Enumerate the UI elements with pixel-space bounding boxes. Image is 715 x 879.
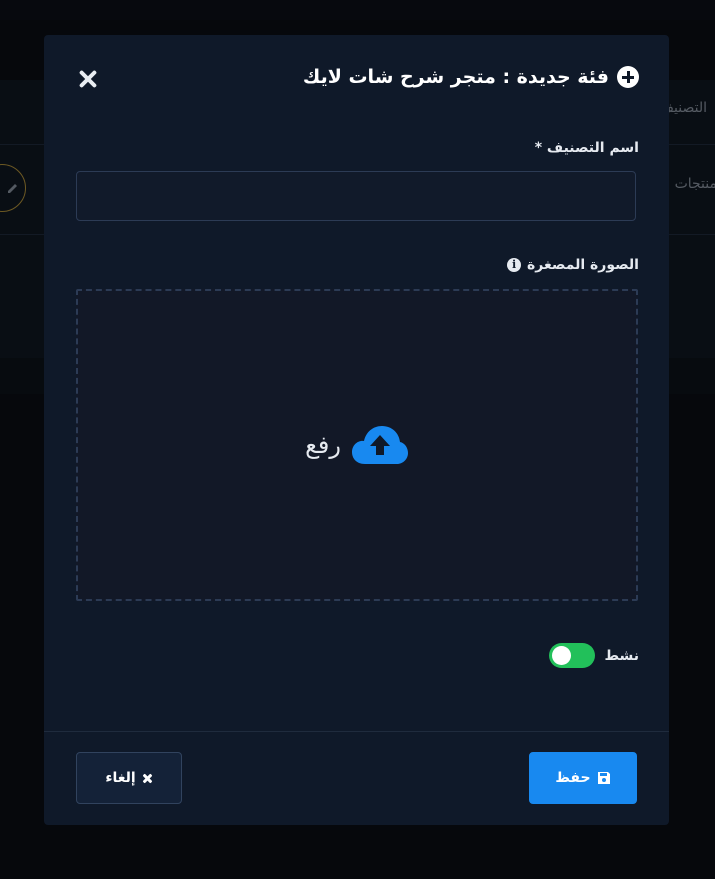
info-icon[interactable]: i — [507, 258, 522, 272]
close-icon[interactable] — [74, 65, 102, 93]
active-toggle-switch[interactable] — [548, 643, 595, 668]
cancel-button[interactable]: إلغاء — [76, 752, 182, 804]
save-icon — [597, 772, 610, 784]
plus-circle-icon — [617, 66, 639, 88]
active-toggle-row: نشط — [548, 643, 640, 668]
category-name-label-text: اسم التصنيف * — [534, 140, 639, 156]
modal-title-text: فئة جديدة : متجر شرح شات لايك — [302, 66, 609, 88]
thumbnail-upload-dropzone[interactable]: رفع — [76, 289, 638, 601]
modal-header: فئة جديدة : متجر شرح شات لايك — [44, 35, 669, 125]
thumbnail-label-text: الصورة المصغرة — [527, 257, 639, 273]
modal-footer: حفظ إلغاء — [44, 731, 669, 826]
active-toggle-label: نشط — [604, 647, 640, 664]
thumbnail-label: الصورة المصغرة i — [507, 257, 639, 273]
save-button[interactable]: حفظ — [529, 752, 637, 804]
save-button-label: حفظ — [555, 770, 591, 786]
cloud-upload-icon — [351, 426, 408, 464]
category-name-input[interactable] — [76, 171, 636, 221]
upload-label: رفع — [305, 431, 341, 459]
upload-content: رفع — [305, 424, 409, 466]
modal-title: فئة جديدة : متجر شرح شات لايك — [303, 66, 639, 88]
category-name-label: اسم التصنيف * — [535, 140, 639, 156]
cancel-button-label: إلغاء — [105, 770, 136, 786]
x-icon — [142, 773, 153, 784]
toggle-knob — [551, 646, 571, 665]
new-category-modal: فئة جديدة : متجر شرح شات لايك اسم التصني… — [44, 35, 669, 825]
